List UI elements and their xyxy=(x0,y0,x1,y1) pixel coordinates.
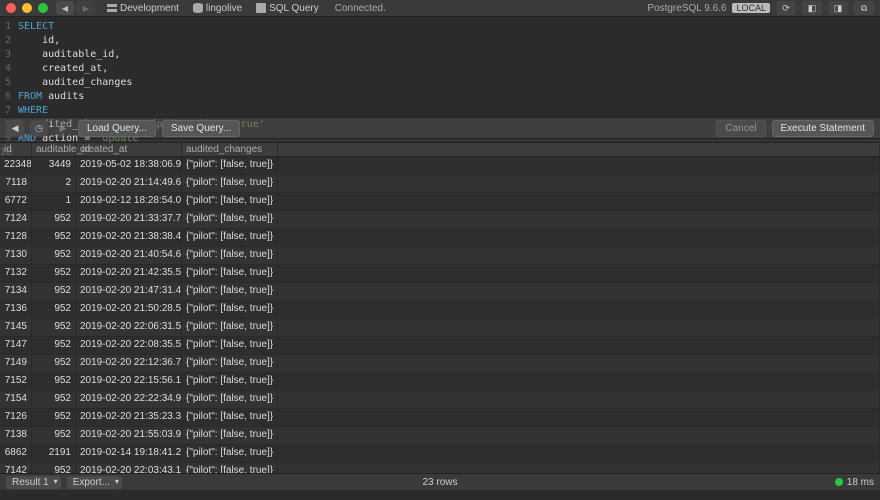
table-row[interactable]: 686221912019-02-14 19:18:41.269187{"pilo… xyxy=(0,445,880,463)
col-created-at[interactable]: created_at xyxy=(76,143,182,156)
minimize-icon[interactable] xyxy=(22,3,32,13)
sql-editor[interactable]: 1 2 3 4 5 6 7 8 9 10 SELECT id, auditabl… xyxy=(0,17,880,117)
history-button[interactable]: ◷ xyxy=(30,120,48,136)
cancel-button: Cancel xyxy=(716,120,765,137)
crumb-development[interactable]: Development xyxy=(103,3,183,14)
next-result-button: ▶ xyxy=(54,120,72,136)
execute-button[interactable]: Execute Statement xyxy=(772,120,875,137)
database-icon xyxy=(193,3,203,13)
success-icon xyxy=(835,478,843,486)
connection-status: Connected. xyxy=(335,3,386,14)
breadcrumb: Development lingolive SQL Query xyxy=(103,3,323,14)
col-id[interactable]: id xyxy=(0,143,32,156)
prev-result-button[interactable]: ◀ xyxy=(6,120,24,136)
export-button[interactable]: Export... xyxy=(67,476,122,489)
table-row[interactable]: 71349522019-02-20 21:47:31.459539{"pilot… xyxy=(0,283,880,301)
titlebar: ◀ ▶ Development lingolive SQL Query Conn… xyxy=(0,0,880,17)
crumb-query[interactable]: SQL Query xyxy=(252,3,323,14)
table-row[interactable]: 711822019-02-20 21:14:49.660312{"pilot":… xyxy=(0,175,880,193)
crumb-label: SQL Query xyxy=(269,3,319,14)
crumb-label: lingolive xyxy=(206,3,242,14)
table-row[interactable]: 71459522019-02-20 22:06:31.505065{"pilot… xyxy=(0,319,880,337)
result-grid[interactable]: id auditable_id created_at audited_chang… xyxy=(0,143,880,473)
maximize-icon[interactable] xyxy=(38,3,48,13)
grid-header: id auditable_id created_at audited_chang… xyxy=(0,143,880,157)
refresh-button[interactable]: ⟳ xyxy=(776,1,796,15)
result-select[interactable]: Result 1 xyxy=(6,476,61,489)
table-row[interactable]: 71479522019-02-20 22:08:35.589517{"pilot… xyxy=(0,337,880,355)
table-row[interactable]: 71499522019-02-20 22:12:36.733242{"pilot… xyxy=(0,355,880,373)
table-row[interactable]: 71529522019-02-20 22:15:56.160807{"pilot… xyxy=(0,373,880,391)
table-row[interactable]: 71369522019-02-20 21:50:28.523385{"pilot… xyxy=(0,301,880,319)
table-row[interactable]: 71329522019-02-20 21:42:35.513634{"pilot… xyxy=(0,265,880,283)
table-row[interactable]: 677212019-02-12 18:28:54.053891{"pilot":… xyxy=(0,193,880,211)
row-count: 23 rows xyxy=(422,477,457,488)
crumb-label: Development xyxy=(120,3,179,14)
table-row[interactable]: 2234834492019-05-02 18:38:06.955871{"pil… xyxy=(0,157,880,175)
table-row[interactable]: 71249522019-02-20 21:33:37.737347{"pilot… xyxy=(0,211,880,229)
table-row[interactable]: 71269522019-02-20 21:35:23.344861{"pilot… xyxy=(0,409,880,427)
col-audited-changes[interactable]: audited_changes xyxy=(182,143,278,156)
back-button[interactable]: ◀ xyxy=(56,1,74,15)
window-controls xyxy=(6,3,48,13)
table-row[interactable]: 71389522019-02-20 21:55:03.933935{"pilot… xyxy=(0,427,880,445)
line-gutter: 1 2 3 4 5 6 7 8 9 10 xyxy=(0,17,14,117)
exec-time: 18 ms xyxy=(847,477,874,488)
new-window-button[interactable]: ⧉ xyxy=(854,1,874,15)
db-version: PostgreSQL 9.6.6 xyxy=(647,3,726,14)
panel-left-button[interactable]: ◧ xyxy=(802,1,822,15)
col-auditable-id[interactable]: auditable_id xyxy=(32,143,76,156)
query-toolbar: ◀ ◷ ▶ Load Query... Save Query... Cancel… xyxy=(0,117,880,139)
close-icon[interactable] xyxy=(6,3,16,13)
forward-button: ▶ xyxy=(77,1,95,15)
server-icon xyxy=(107,3,117,13)
grid-body: 2234834492019-05-02 18:38:06.955871{"pil… xyxy=(0,157,880,473)
panel-right-button[interactable]: ◨ xyxy=(828,1,848,15)
crumb-database[interactable]: lingolive xyxy=(189,3,246,14)
load-query-button[interactable]: Load Query... xyxy=(78,120,156,137)
footer: Result 1 Export... 23 rows 18 ms xyxy=(0,473,880,490)
code-area[interactable]: SELECT id, auditable_id, created_at, aud… xyxy=(14,17,265,117)
local-tag: LOCAL xyxy=(732,3,770,13)
table-row[interactable]: 71289522019-02-20 21:38:38.439734{"pilot… xyxy=(0,229,880,247)
table-row[interactable]: 71429522019-02-20 22:03:43.165148{"pilot… xyxy=(0,463,880,473)
save-query-button[interactable]: Save Query... xyxy=(162,120,240,137)
sql-icon xyxy=(256,3,266,13)
table-row[interactable]: 71309522019-02-20 21:40:54.645907{"pilot… xyxy=(0,247,880,265)
table-row[interactable]: 71549522019-02-20 22:22:34.939045{"pilot… xyxy=(0,391,880,409)
